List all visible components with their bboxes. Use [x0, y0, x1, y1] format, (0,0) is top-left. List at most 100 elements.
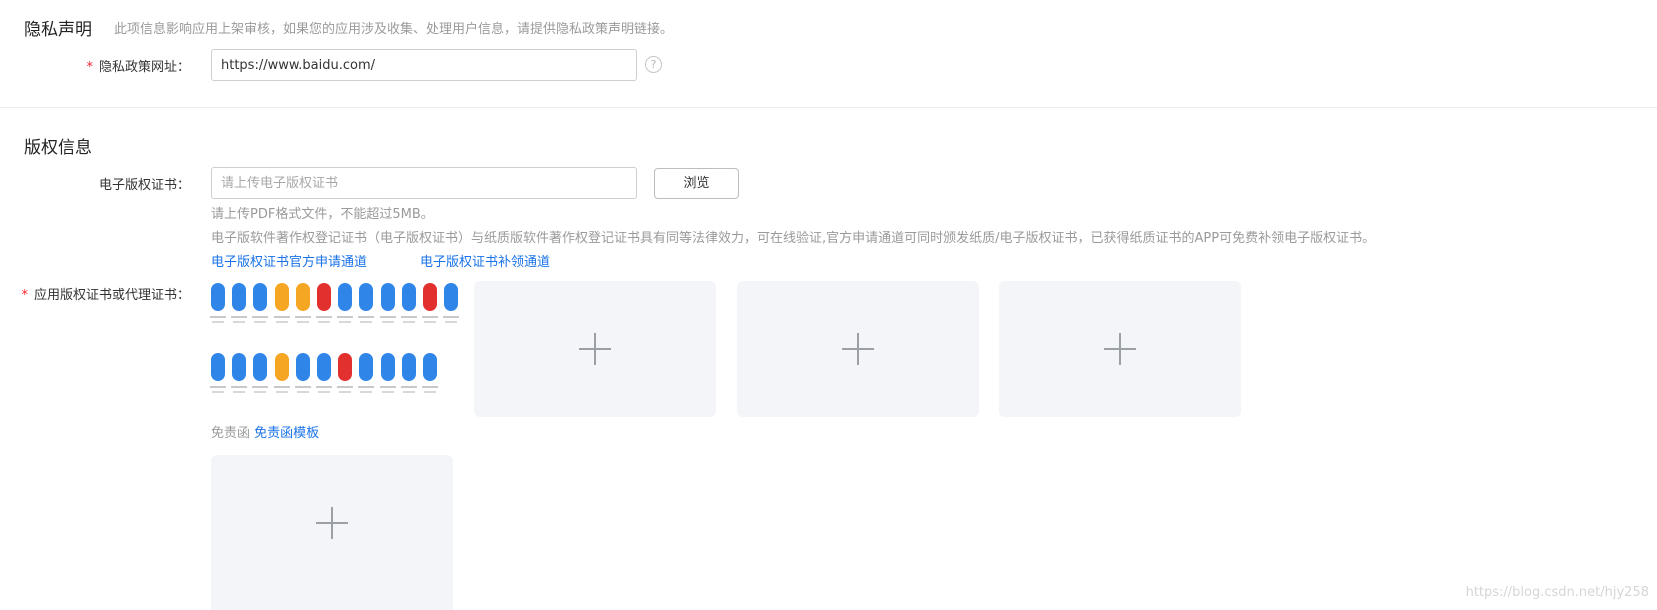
icon-caption-line — [296, 321, 309, 323]
cert-description-hint: 电子版软件著作权登记证书（电子版权证书）与纸质版软件著作权登记证书具有同等法律效… — [211, 231, 1376, 246]
app-icon — [338, 353, 353, 381]
icon-caption-line — [339, 321, 352, 323]
icon-caption-line — [379, 316, 396, 318]
app-icon — [211, 353, 225, 381]
icon-caption-line — [360, 321, 373, 323]
icon-caption-line — [252, 386, 269, 388]
icon-caption-line — [212, 391, 224, 393]
app-cert-label-text: 应用版权证书或代理证书： — [33, 288, 190, 303]
icon-caption-line — [273, 386, 290, 388]
browse-button[interactable]: 浏览 — [654, 168, 739, 199]
icon-caption-line — [337, 316, 354, 318]
plus-icon — [316, 507, 348, 539]
icon-caption-line — [424, 391, 436, 393]
icon-caption-line — [360, 391, 373, 393]
required-asterisk: * — [21, 288, 28, 303]
uploaded-image-thumbnail[interactable] — [210, 281, 460, 413]
app-icon — [232, 283, 247, 311]
icon-caption-line — [339, 391, 352, 393]
app-icon — [274, 353, 289, 381]
icon-caption-line — [231, 386, 248, 388]
icon-caption-line — [337, 386, 354, 388]
icon-caption-line — [316, 386, 332, 388]
icon-caption-line — [318, 391, 330, 393]
icon-caption-line — [400, 316, 417, 318]
cert-label: 电子版权证书： — [98, 178, 190, 193]
icon-caption-line — [294, 386, 311, 388]
app-icon — [274, 283, 289, 311]
required-asterisk: * — [86, 60, 93, 75]
icon-caption-line — [422, 316, 438, 318]
icon-caption-line — [231, 316, 248, 318]
upload-slot-1[interactable] — [474, 281, 716, 417]
icon-caption-line — [275, 391, 288, 393]
plus-icon — [842, 333, 874, 365]
icon-caption-line — [381, 391, 394, 393]
app-icon — [401, 283, 416, 311]
privacy-section-title: 隐私声明 — [24, 20, 92, 40]
cert-input[interactable] — [211, 167, 637, 199]
disclaimer-template-link[interactable]: 免责函模板 — [254, 426, 319, 441]
icon-caption-line — [381, 321, 394, 323]
icon-caption-line — [254, 321, 267, 323]
app-icon — [380, 283, 395, 311]
reissue-channel-link[interactable]: 电子版权证书补领通道 — [420, 251, 550, 270]
privacy-url-label-text: 隐私政策网址： — [98, 60, 190, 75]
app-icon — [295, 353, 310, 381]
icon-caption-line — [210, 316, 226, 318]
cert-format-hint: 请上传PDF格式文件，不能超过5MB。 — [211, 207, 434, 222]
app-icon — [338, 283, 353, 311]
disclaimer-upload-slot[interactable] — [211, 455, 453, 610]
app-icon — [359, 283, 374, 311]
icon-caption-line — [445, 321, 458, 323]
icon-caption-line — [400, 386, 417, 388]
app-icon — [423, 353, 437, 381]
app-icon — [317, 283, 331, 311]
question-circle-icon[interactable]: ? — [645, 56, 662, 73]
icon-caption-line — [443, 316, 460, 318]
page: 隐私声明 此项信息影响应用上架审核，如果您的应用涉及收集、处理用户信息，请提供隐… — [0, 0, 1657, 610]
icon-caption-line — [424, 321, 436, 323]
app-icon — [423, 283, 437, 311]
plus-icon — [1104, 333, 1136, 365]
icon-caption-line — [379, 386, 396, 388]
icon-caption-line — [252, 316, 269, 318]
icon-caption-line — [233, 391, 246, 393]
section-divider — [0, 107, 1657, 108]
privacy-url-input[interactable] — [211, 49, 637, 81]
icon-caption-line — [316, 316, 332, 318]
icon-caption-line — [422, 386, 438, 388]
app-icon — [359, 353, 374, 381]
app-icon — [211, 283, 225, 311]
privacy-section-description: 此项信息影响应用上架审核，如果您的应用涉及收集、处理用户信息，请提供隐私政策声明… — [114, 22, 674, 37]
app-icon — [401, 353, 416, 381]
app-icon — [380, 353, 395, 381]
icon-caption-line — [212, 321, 224, 323]
icon-caption-line — [358, 386, 375, 388]
icon-caption-line — [402, 321, 415, 323]
app-icon — [317, 353, 331, 381]
apply-channel-link[interactable]: 电子版权证书官方申请通道 — [211, 251, 367, 270]
disclaimer-row: 免责函 免责函模板 — [211, 422, 319, 441]
icon-caption-line — [273, 316, 290, 318]
icon-caption-line — [210, 386, 226, 388]
icon-caption-line — [233, 321, 246, 323]
icon-caption-line — [402, 391, 415, 393]
upload-slot-3[interactable] — [999, 281, 1241, 417]
app-cert-label: * 应用版权证书或代理证书： — [0, 287, 190, 304]
watermark: https://blog.csdn.net/hjy258 — [1465, 585, 1649, 600]
icon-caption-line — [318, 321, 330, 323]
plus-icon — [579, 333, 611, 365]
upload-slot-2[interactable] — [737, 281, 979, 417]
app-icon — [253, 353, 268, 381]
copyright-section-title: 版权信息 — [24, 138, 92, 158]
icon-caption-line — [358, 316, 375, 318]
icon-caption-line — [254, 391, 267, 393]
app-icon — [253, 283, 268, 311]
app-icon — [295, 283, 310, 311]
icon-caption-line — [296, 391, 309, 393]
app-icon — [444, 283, 459, 311]
disclaimer-label: 免责函 — [211, 426, 251, 441]
icon-caption-line — [275, 321, 288, 323]
icon-caption-line — [294, 316, 311, 318]
